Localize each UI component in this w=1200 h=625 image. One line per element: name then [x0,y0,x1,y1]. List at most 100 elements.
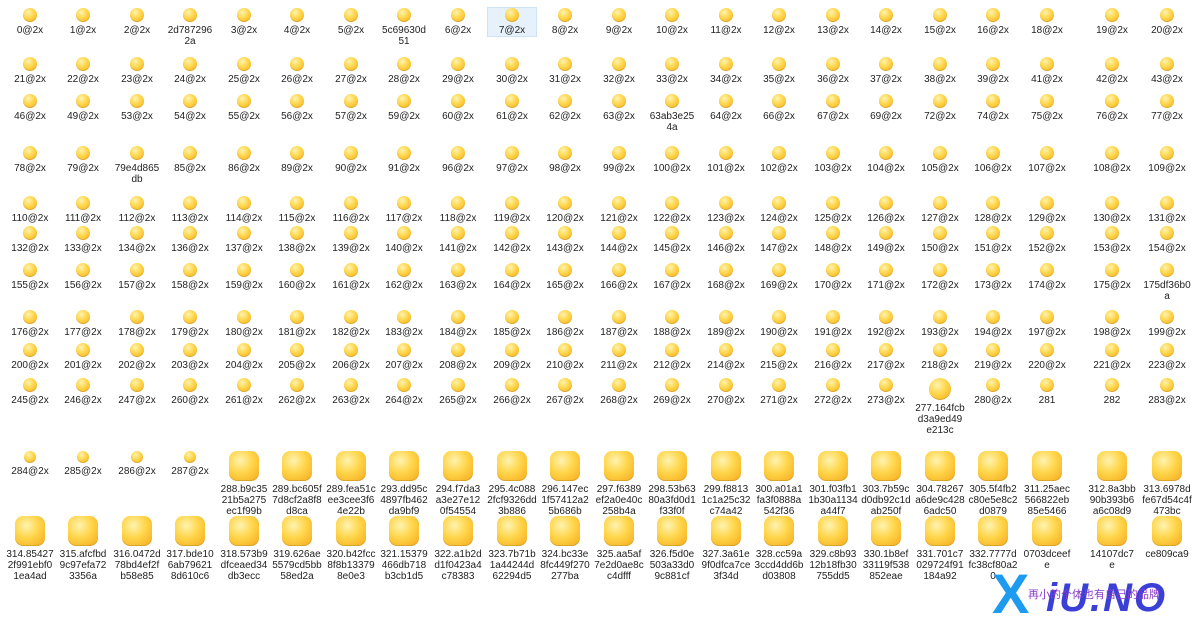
file-item[interactable]: 160@2x [273,263,321,291]
file-item[interactable]: 305.5f4fb2c80e5e8c2d0879 [968,451,1018,517]
file-item[interactable]: 16@2x [969,8,1017,36]
file-item[interactable]: 327.3a61e9f0dfca7ce3f34d [701,516,751,582]
file-item[interactable]: 295.4c0882fcf9326dd3b886 [487,451,537,517]
file-item[interactable]: 246@2x [59,378,107,406]
file-item[interactable]: 103@2x [809,146,857,174]
file-item[interactable]: 300.a01a1fa3f0888a542f36 [754,451,804,517]
file-item[interactable]: 132@2x [6,226,54,254]
file-item[interactable]: 114@2x [220,196,268,224]
file-item[interactable]: 324.bc33e8fc449f270277ba [540,516,590,582]
file-item[interactable]: 128@2x [969,196,1017,224]
file-item[interactable]: 27@2x [327,57,375,85]
file-item[interactable]: 331.701c7029724f91184a92 [915,516,965,582]
file-item[interactable]: 34@2x [702,57,750,85]
file-item[interactable]: 123@2x [702,196,750,224]
file-item[interactable]: 322.a1b2dd1f0423a4c78383 [433,516,483,582]
file-item[interactable]: 301.f03fb11b30a1134a44f7 [808,451,858,517]
file-item[interactable]: 2d7872962a [166,8,214,47]
file-item[interactable]: 85@2x [166,146,214,174]
file-item[interactable]: 281 [1023,378,1071,406]
file-item[interactable]: 118@2x [434,196,482,224]
file-item[interactable]: 2@2x [113,8,161,36]
file-item[interactable]: 200@2x [6,343,54,371]
file-item[interactable]: 158@2x [166,263,214,291]
file-item[interactable]: 203@2x [166,343,214,371]
file-item[interactable]: 199@2x [1143,310,1191,338]
file-item[interactable]: 189@2x [702,310,750,338]
file-item[interactable]: 99@2x [595,146,643,174]
file-item[interactable]: 299.f88131c1a25c32c74a42 [701,451,751,517]
file-item[interactable]: 150@2x [916,226,964,254]
file-item[interactable]: 136@2x [166,226,214,254]
file-item[interactable]: 7@2x [487,7,537,37]
file-item[interactable]: 207@2x [380,343,428,371]
file-item[interactable]: 325.aa5af7e2d0ae8cc4dfff [594,516,644,582]
file-item[interactable]: 289.fea51cee3cee3f64e22b [326,451,376,517]
file-item[interactable]: 330.1b8ef33119f538852eae [861,516,911,582]
file-item[interactable]: 157@2x [113,263,161,291]
file-item[interactable]: 11@2x [702,8,750,36]
file-item[interactable]: 10@2x [648,8,696,36]
file-item[interactable]: 134@2x [113,226,161,254]
file-item[interactable]: 20@2x [1143,8,1191,36]
file-item[interactable]: 266@2x [488,378,536,406]
file-item[interactable]: 9@2x [595,8,643,36]
file-item[interactable]: 316.0472d78bd4ef2fb58e85 [112,516,162,582]
file-item[interactable]: 124@2x [755,196,803,224]
file-item[interactable]: 105@2x [916,146,964,174]
file-item[interactable]: 272@2x [809,378,857,406]
file-item[interactable]: 126@2x [862,196,910,224]
file-item[interactable]: 112@2x [113,196,161,224]
file-item[interactable]: 5@2x [327,8,375,36]
file-item[interactable]: 147@2x [755,226,803,254]
file-item[interactable]: 175@2x [1088,263,1136,291]
file-item[interactable]: 172@2x [916,263,964,291]
file-item[interactable]: 314.854272f991ebf01ea4ad [5,516,55,582]
file-item[interactable]: 64@2x [702,94,750,122]
file-item[interactable]: 5c69630d51 [380,8,428,47]
file-item[interactable]: 167@2x [648,263,696,291]
file-item[interactable]: 319.626ae5579cd5bb58ed2a [272,516,322,582]
file-item[interactable]: 139@2x [327,226,375,254]
file-item[interactable]: 176@2x [6,310,54,338]
file-item[interactable]: 78@2x [6,146,54,174]
file-item[interactable]: 267@2x [541,378,589,406]
file-item[interactable]: 14@2x [862,8,910,36]
file-item[interactable]: 141@2x [434,226,482,254]
file-item[interactable]: 169@2x [755,263,803,291]
file-item[interactable]: 270@2x [702,378,750,406]
file-item[interactable]: ce809ca9 [1143,516,1191,560]
file-item[interactable]: 22@2x [59,57,107,85]
file-item[interactable]: 287@2x [166,451,214,477]
file-item[interactable]: 4@2x [273,8,321,36]
file-item[interactable]: 98@2x [541,146,589,174]
file-item[interactable]: 116@2x [327,196,375,224]
file-item[interactable]: 111@2x [59,196,107,224]
file-item[interactable]: 285@2x [59,451,107,477]
file-item[interactable]: 138@2x [273,226,321,254]
file-item[interactable]: 46@2x [6,94,54,122]
file-item[interactable]: 131@2x [1143,196,1191,224]
file-item[interactable]: 15@2x [916,8,964,36]
file-item[interactable]: 13@2x [809,8,857,36]
file-item[interactable]: 97@2x [488,146,536,174]
file-item[interactable]: 313.6978dfe67d54c4f473bc [1142,451,1192,517]
file-item[interactable]: 260@2x [166,378,214,406]
file-item[interactable]: 21@2x [6,57,54,85]
file-item[interactable]: 181@2x [273,310,321,338]
file-item[interactable]: 59@2x [380,94,428,122]
file-item[interactable]: 284@2x [6,451,54,477]
file-item[interactable]: 317.bde106ab796218d610c6 [165,516,215,582]
file-item[interactable]: 168@2x [702,263,750,291]
file-item[interactable]: 318.573b9dfceaed34db3ecc [219,516,269,582]
file-item[interactable]: 315.afcfbd9c97efa723356a [58,516,108,582]
file-item[interactable]: 288.b9c3521b5a275ec1f99b [219,451,269,517]
file-item[interactable]: 43@2x [1143,57,1191,85]
file-item[interactable]: 221@2x [1088,343,1136,371]
file-item[interactable]: 219@2x [969,343,1017,371]
file-item[interactable]: 262@2x [273,378,321,406]
file-item[interactable]: 76@2x [1088,94,1136,122]
file-item[interactable]: 72@2x [916,94,964,122]
file-item[interactable]: 125@2x [809,196,857,224]
file-item[interactable]: 177@2x [59,310,107,338]
